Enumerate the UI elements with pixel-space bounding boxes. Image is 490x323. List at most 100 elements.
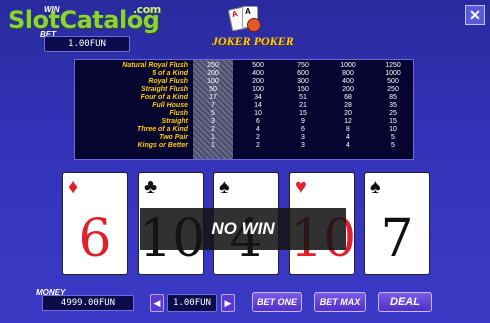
paytable-cell: 5 [391, 142, 395, 149]
paytable-cell: 250 [207, 62, 219, 69]
paytable-cell: 1 [211, 134, 215, 141]
playing-card-5[interactable]: ♠ 7 [364, 172, 430, 275]
card-suit-icon: ♠ [370, 176, 381, 198]
paytable-cell: 400 [342, 78, 354, 85]
logo-text: JOKER POKER [212, 34, 294, 49]
slotcatalog-watermark: SlotCatalog .com [8, 3, 161, 34]
paytable-cell: 3 [301, 142, 305, 149]
paytable-cell: 68 [344, 94, 352, 101]
bet-increase-button[interactable]: ▶ [221, 294, 235, 312]
paytable-cell: 5 [211, 110, 215, 117]
paytable-cell: 1000 [340, 62, 356, 69]
paytable-hand-name: Kings or Better [137, 142, 188, 149]
paytable-cell: 100 [252, 86, 264, 93]
paytable-cell: 10 [389, 126, 397, 133]
paytable-cell: 1 [211, 142, 215, 149]
paytable-hand-name: Full House [152, 102, 188, 109]
paytable-column-5: 1250 1000 500 250 85 35 25 15 10 5 5 [373, 62, 413, 150]
paytable-hand-name: Straight Flush [140, 86, 188, 93]
paytable-cell: 3 [211, 118, 215, 125]
paytable-cell: 10 [254, 110, 262, 117]
paytable-column-2: 500 400 200 100 34 14 10 6 4 2 2 [238, 62, 278, 150]
paytable-column-4: 1000 800 400 200 68 28 20 12 8 4 4 [328, 62, 368, 150]
joker-poker-logo: A A JOKER POKER [210, 4, 300, 54]
paytable-cell: 5 [391, 134, 395, 141]
paytable-cell: 12 [344, 118, 352, 125]
paytable-hand-name: Three of a Kind [137, 126, 188, 133]
paytable-cell: 200 [207, 70, 219, 77]
close-icon: ✕ [469, 6, 481, 23]
paytable-column-1: 250 200 100 50 17 7 5 3 2 1 1 [193, 60, 233, 159]
paytable-hand-names: Natural Royal Flush 5 of a Kind Royal Flus… [75, 62, 191, 150]
result-banner: NO WIN [140, 208, 346, 250]
paytable-cell: 25 [389, 110, 397, 117]
watermark-slot: Slot [8, 6, 60, 34]
paytable-cell: 7 [211, 102, 215, 109]
paytable-cell: 200 [252, 78, 264, 85]
paytable-cell: 6 [301, 126, 305, 133]
paytable-cell: 4 [346, 142, 350, 149]
paytable-hand-name: Two Pair [159, 134, 188, 141]
paytable-cell: 35 [389, 102, 397, 109]
paytable-cell: 2 [256, 142, 260, 149]
card-rank: 6 [78, 209, 112, 269]
paytable-cell: 2 [256, 134, 260, 141]
logo-cards-icon: A A [224, 6, 264, 34]
arrow-left-icon: ◀ [153, 297, 161, 308]
paytable-hand-name: Natural Royal Flush [122, 62, 188, 69]
paytable-cell: 85 [389, 94, 397, 101]
paytable-cell: 20 [344, 110, 352, 117]
watermark-tld: .com [133, 3, 161, 16]
paytable-cell: 500 [252, 62, 264, 69]
paytable-cell: 14 [254, 102, 262, 109]
paytable-hand-name: 5 of a Kind [152, 70, 188, 77]
bet-max-button[interactable]: BET MAX [314, 292, 366, 312]
paytable-cell: 3 [301, 134, 305, 141]
paytable-cell: 1250 [385, 62, 401, 69]
paytable-cell: 400 [252, 70, 264, 77]
paytable-hand-name: Straight [161, 118, 188, 125]
logo-poker: POKER [253, 34, 294, 48]
card-suit-icon: ♣ [144, 176, 158, 198]
card-suit-icon: ♠ [219, 176, 230, 198]
logo-joker: JOKER [212, 34, 251, 48]
card-suit-icon: ♥ [295, 176, 307, 198]
paytable-cell: 4 [346, 134, 350, 141]
money-display: 4999.00FUN [42, 295, 134, 311]
card-rank: 7 [380, 209, 414, 269]
paytable-hand-name: Royal Flush [148, 78, 188, 85]
paytable-cell: 17 [209, 94, 217, 101]
paytable-cell: 800 [342, 70, 354, 77]
paytable-cell: 500 [387, 78, 399, 85]
bet-amount-display: 1.00FUN [167, 294, 217, 312]
bet-display: 1.00FUN [44, 36, 130, 52]
paytable-cell: 50 [209, 86, 217, 93]
paytable-cell: 9 [301, 118, 305, 125]
paytable-cell: 34 [254, 94, 262, 101]
paytable-cell: 150 [297, 86, 309, 93]
deal-button[interactable]: DEAL [378, 292, 432, 312]
paytable-cell: 28 [344, 102, 352, 109]
paytable-cell: 750 [297, 62, 309, 69]
paytable-cell: 2 [211, 126, 215, 133]
playing-card-1[interactable]: ♦ 6 [62, 172, 128, 275]
paytable-cell: 600 [297, 70, 309, 77]
bet-one-button[interactable]: BET ONE [252, 292, 302, 312]
paytable-cell: 250 [387, 86, 399, 93]
paytable-hand-name: Four of a Kind [140, 94, 188, 101]
paytable-hand-name: Flush [169, 110, 188, 117]
close-button[interactable]: ✕ [465, 5, 485, 25]
paytable: Natural Royal Flush 5 of a Kind Royal Flus… [74, 59, 414, 160]
paytable-cell: 51 [299, 94, 307, 101]
paytable-cell: 6 [256, 118, 260, 125]
card-suit-icon: ♦ [68, 176, 79, 198]
paytable-cell: 15 [299, 110, 307, 117]
joker-face-icon [247, 18, 261, 32]
paytable-cell: 300 [297, 78, 309, 85]
bet-decrease-button[interactable]: ◀ [150, 294, 164, 312]
paytable-cell: 4 [256, 126, 260, 133]
paytable-cell: 8 [346, 126, 350, 133]
paytable-cell: 21 [299, 102, 307, 109]
paytable-cell: 1000 [385, 70, 401, 77]
arrow-right-icon: ▶ [224, 297, 232, 308]
